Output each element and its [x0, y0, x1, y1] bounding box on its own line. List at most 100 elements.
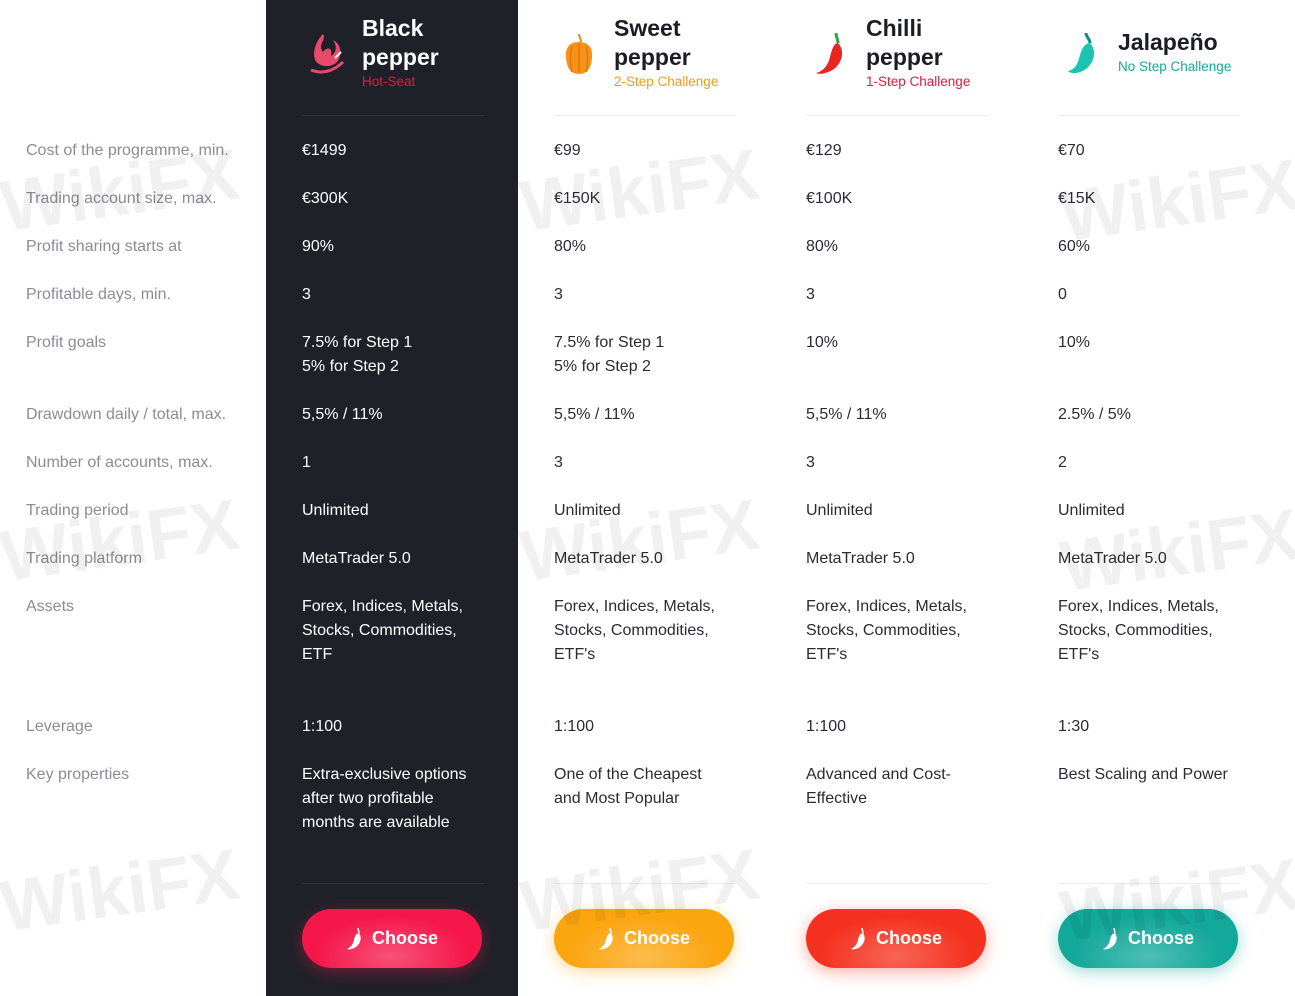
plan-value: MetaTrader 5.0	[302, 550, 411, 567]
plan-header: Chilli pepper 1-Step Challenge	[806, 14, 990, 115]
plan-value: 7.5% for Step 1 5% for Step 2	[554, 331, 754, 379]
watermark: WikiFX	[0, 834, 244, 948]
plan-value: Extra-exclusive options after two profita…	[302, 763, 502, 835]
plan-value: 90%	[302, 238, 335, 255]
plan-header: Sweet pepper 2-Step Challenge	[554, 14, 738, 115]
jalapeno-icon	[1058, 24, 1108, 84]
plan-name: Jalapeño	[1118, 28, 1231, 57]
plan-value: Unlimited	[1058, 502, 1125, 519]
plan-value-line: 10%	[806, 334, 839, 351]
plan-value: 1:100	[806, 718, 847, 735]
plan-name-line: Chilli	[866, 15, 923, 41]
plan-value: 3	[554, 286, 563, 303]
plan-value-line: 5% for Step 2	[554, 358, 651, 375]
plan-value-line: Forex, Indices, Metals,	[1058, 598, 1219, 615]
flaming-pepper-icon	[302, 24, 352, 84]
plan-name-line: Sweet	[614, 15, 681, 41]
chilli-pepper-icon	[806, 24, 856, 84]
plan-value-line: Forex, Indices, Metals,	[554, 598, 715, 615]
divider	[1058, 883, 1240, 884]
divider	[554, 115, 736, 116]
plan-value-line: ETF	[302, 646, 333, 663]
divider	[806, 883, 988, 884]
plan-value-line: Stocks, Commodities,	[554, 622, 709, 639]
plan-value: €70	[1058, 142, 1085, 159]
plan-value: Advanced and Cost- Effective	[806, 763, 1006, 811]
plan-column: Chilli pepper 1-Step Challenge €129 €100K 80%…	[770, 0, 1022, 996]
choose-button[interactable]: Choose	[1058, 909, 1238, 968]
plan-value: 5,5% / 11%	[806, 406, 887, 423]
choose-button[interactable]: Choose	[806, 909, 986, 968]
plan-value: €129	[806, 142, 842, 159]
row-label: Profit sharing starts at	[26, 238, 182, 255]
choose-button-label: Choose	[875, 928, 942, 948]
plan-value: 3	[806, 286, 815, 303]
plan-value: 0	[1058, 286, 1067, 303]
plan-value: Forex, Indices, Metals, Stocks, Commoditi…	[302, 595, 502, 667]
plan-column: Black pepper Hot-Seat €1499 €300K 90% 3 7.5% fo…	[266, 0, 518, 996]
row-label: Drawdown daily / total, max.	[26, 406, 227, 423]
plan-value: MetaTrader 5.0	[554, 550, 663, 567]
divider	[806, 115, 988, 116]
plan-value: 7.5% for Step 1 5% for Step 2	[302, 331, 502, 379]
divider	[554, 883, 736, 884]
plan-value: 3	[806, 454, 815, 471]
row-label: Profitable days, min.	[26, 286, 171, 303]
plan-name: Sweet pepper	[614, 14, 718, 72]
plan-value: 60%	[1058, 238, 1091, 255]
choose-button-label: Choose	[371, 928, 438, 948]
row-label: Leverage	[26, 718, 93, 735]
plan-name-line: Jalapeño	[1118, 29, 1218, 55]
plan-value: 80%	[806, 238, 839, 255]
plan-value: Forex, Indices, Metals, Stocks, Commoditi…	[1058, 595, 1258, 667]
divider	[302, 883, 484, 884]
plan-value-line: ETF's	[806, 646, 848, 663]
plan-value: 1	[302, 454, 311, 471]
plan-name-line: pepper	[362, 44, 439, 70]
plan-value-line: Forex, Indices, Metals,	[302, 598, 463, 615]
plan-subtitle: No Step Challenge	[1118, 59, 1232, 74]
choose-button-label: Choose	[1127, 928, 1194, 948]
chili-icon	[346, 927, 361, 949]
plan-name-line: pepper	[866, 44, 943, 70]
plan-value: Forex, Indices, Metals, Stocks, Commoditi…	[806, 595, 1006, 667]
plan-value: MetaTrader 5.0	[1058, 550, 1167, 567]
choose-button[interactable]: Choose	[302, 909, 482, 968]
plan-value: €1499	[302, 142, 347, 159]
row-label: Assets	[26, 598, 75, 615]
plan-value: €150K	[554, 190, 601, 207]
plan-value: Unlimited	[554, 502, 621, 519]
plan-value-line: Stocks, Commodities,	[302, 622, 457, 639]
plan-value-line: ETF's	[1058, 646, 1100, 663]
plan-value: €300K	[302, 190, 349, 207]
plan-name: Chilli pepper	[866, 14, 970, 72]
plan-name: Black pepper	[362, 14, 439, 72]
row-label: Profit goals	[26, 334, 107, 351]
plan-value: 1:100	[554, 718, 595, 735]
row-label: Trading period	[26, 502, 129, 519]
plan-header: Jalapeño No Step Challenge	[1058, 14, 1242, 115]
plan-name-line: Black	[362, 15, 424, 41]
plan-name-line: pepper	[614, 44, 691, 70]
plan-column: Jalapeño No Step Challenge €70 €15K 60% 0 10% 2…	[1022, 0, 1274, 996]
plan-value: 2.5% / 5%	[1058, 406, 1131, 423]
plan-value-line: One of the Cheapest	[554, 766, 702, 783]
plan-value-line: Best Scaling and Power	[1058, 766, 1228, 783]
plan-value: 1:100	[302, 718, 343, 735]
plan-subtitle: 2-Step Challenge	[614, 74, 719, 89]
plan-value: Unlimited	[806, 502, 873, 519]
plan-value: 10%	[1058, 331, 1258, 355]
row-label: Key properties	[26, 766, 130, 783]
plan-value-line: after two profitable	[302, 790, 434, 807]
choose-button[interactable]: Choose	[554, 909, 734, 968]
plan-value-line: Stocks, Commodities,	[806, 622, 961, 639]
plan-value-line: Stocks, Commodities,	[1058, 622, 1213, 639]
row-label: Cost of the programme, min.	[26, 142, 229, 159]
plan-value-line: Advanced and Cost-	[806, 766, 951, 783]
plan-value: 3	[302, 286, 311, 303]
plan-value-line: Extra-exclusive options	[302, 766, 467, 783]
plan-subtitle: Hot-Seat	[362, 74, 416, 89]
plan-column: Sweet pepper 2-Step Challenge €99 €150K 80% 3 7…	[518, 0, 770, 996]
plan-value-line: Effective	[806, 790, 868, 807]
plan-value-line: and Most Popular	[554, 790, 680, 807]
